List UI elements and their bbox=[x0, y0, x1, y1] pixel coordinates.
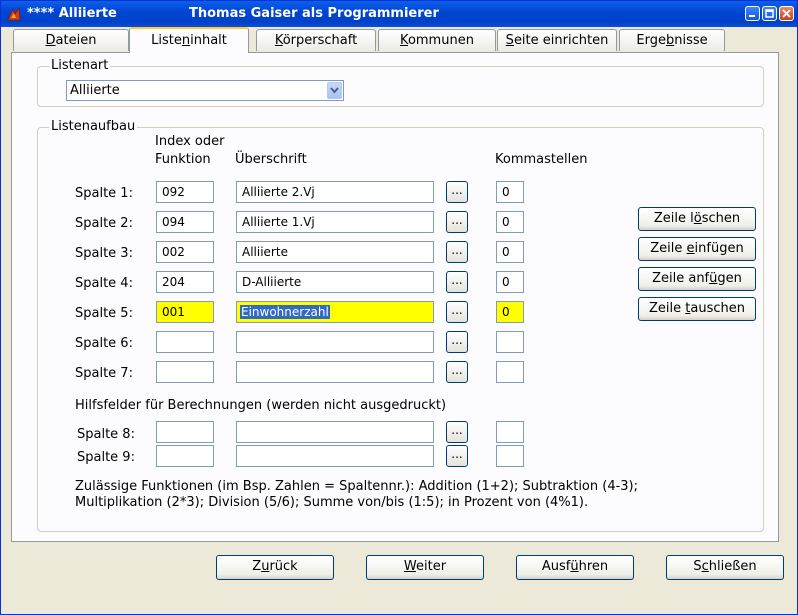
title-field-spalte-3[interactable]: Alliierte bbox=[236, 241, 434, 263]
browse-button-spalte-2[interactable]: ... bbox=[446, 211, 468, 233]
decimals-field-spalte-1[interactable]: 0 bbox=[496, 181, 524, 203]
listenart-selected-value: Alliierte bbox=[70, 83, 120, 98]
selected-text: Einwohnerzahl bbox=[240, 305, 330, 319]
title-field-spalte-5[interactable]: Einwohnerzahl bbox=[236, 301, 434, 323]
title-field-spalte-4[interactable]: D-Alliierte bbox=[236, 271, 434, 293]
chevron-down-icon bbox=[330, 87, 339, 94]
next-button[interactable]: Weiter bbox=[366, 555, 484, 580]
tab-seite-einrichten-label: Seite einrichten bbox=[505, 33, 609, 48]
tab-listeninhalt[interactable]: Listeninhalt bbox=[129, 27, 249, 53]
index-field-spalte-6[interactable] bbox=[156, 331, 214, 353]
tab-dateien[interactable]: Dateien bbox=[13, 29, 129, 51]
run-button[interactable]: Ausführen bbox=[516, 555, 634, 580]
window-title: **** Alliierte bbox=[27, 6, 117, 21]
hilfsfelder-label: Hilfsfelder für Berechnungen (werden nic… bbox=[75, 398, 447, 413]
title-field-spalte-7[interactable] bbox=[236, 361, 434, 383]
back-button[interactable]: Zurück bbox=[216, 555, 334, 580]
title-field-spalte-1[interactable]: Alliierte 2.Vj bbox=[236, 181, 434, 203]
dropdown-button[interactable] bbox=[327, 82, 342, 99]
decimals-field-spalte-7[interactable] bbox=[496, 361, 524, 383]
close-icon bbox=[782, 9, 791, 18]
minimize-icon bbox=[749, 15, 755, 17]
tab-kommunen-label: Kommunen bbox=[400, 33, 474, 48]
tab-dateien-label: ateien bbox=[55, 33, 97, 48]
index-field-spalte-8[interactable] bbox=[156, 421, 214, 443]
index-field-spalte-7[interactable] bbox=[156, 361, 214, 383]
row-label-spalte-8: Spalte 8: bbox=[77, 427, 135, 442]
close-button[interactable]: Schließen bbox=[666, 555, 784, 580]
tab-seite-einrichten[interactable]: Seite einrichten bbox=[497, 29, 617, 51]
row-label-spalte-7: Spalte 7: bbox=[75, 366, 133, 381]
functions-help-line1: Zulässige Funktionen (im Bsp. Zahlen = S… bbox=[75, 479, 639, 494]
swap-row-button[interactable]: Zeile tauschen bbox=[638, 297, 756, 321]
decimals-field-spalte-3[interactable]: 0 bbox=[496, 241, 524, 263]
row-label-spalte-3: Spalte 3: bbox=[75, 246, 133, 261]
tab-kommunen[interactable]: Kommunen bbox=[378, 29, 496, 51]
insert-row-button[interactable]: Zeile einfügen bbox=[638, 237, 756, 261]
title-header: Überschrift bbox=[235, 152, 307, 167]
index-field-spalte-5[interactable]: 001 bbox=[156, 301, 214, 323]
tab-strip: Dateien Listeninhalt Körperschaft Kommun… bbox=[11, 27, 791, 53]
row-label-spalte-6: Spalte 6: bbox=[75, 336, 133, 351]
index-field-spalte-4[interactable]: 204 bbox=[156, 271, 214, 293]
index-field-spalte-2[interactable]: 094 bbox=[156, 211, 214, 233]
append-row-button[interactable]: Zeile anfügen bbox=[638, 267, 756, 291]
browse-button-spalte-1[interactable]: ... bbox=[446, 181, 468, 203]
browse-button-spalte-3[interactable]: ... bbox=[446, 241, 468, 263]
row-label-spalte-5: Spalte 5: bbox=[75, 306, 133, 321]
tab-koerperschaft-label: Körperschaft bbox=[274, 33, 358, 48]
tab-listeninhalt-label: Listeninhalt bbox=[151, 33, 227, 48]
browse-button-spalte-9[interactable]: ... bbox=[446, 445, 468, 467]
tab-ergebnisse[interactable]: Ergebnisse bbox=[619, 29, 725, 51]
title-field-spalte-9[interactable] bbox=[236, 445, 434, 467]
app-icon bbox=[7, 6, 21, 21]
maximize-icon bbox=[765, 9, 774, 18]
tab-koerperschaft[interactable]: Körperschaft bbox=[256, 29, 376, 51]
browse-button-spalte-6[interactable]: ... bbox=[446, 331, 468, 353]
app-window: **** Alliierte Thomas Gaiser als Program… bbox=[0, 0, 798, 615]
row-label-spalte-9: Spalte 9: bbox=[77, 450, 135, 465]
title-field-spalte-8[interactable] bbox=[236, 421, 434, 443]
minimize-button[interactable] bbox=[745, 6, 760, 21]
index-field-spalte-3[interactable]: 002 bbox=[156, 241, 214, 263]
decimals-field-spalte-5[interactable]: 0 bbox=[496, 301, 524, 323]
window-user: Thomas Gaiser als Programmierer bbox=[189, 6, 439, 21]
decimals-field-spalte-9[interactable] bbox=[496, 445, 524, 467]
listenart-select[interactable]: Alliierte bbox=[66, 80, 344, 101]
decimals-field-spalte-2[interactable]: 0 bbox=[496, 211, 524, 233]
title-bar[interactable]: **** Alliierte Thomas Gaiser als Program… bbox=[1, 1, 797, 27]
index-header-line1: Index oder bbox=[155, 134, 225, 149]
decimals-field-spalte-6[interactable] bbox=[496, 331, 524, 353]
browse-button-spalte-5[interactable]: ... bbox=[446, 301, 468, 323]
row-label-spalte-2: Spalte 2: bbox=[75, 216, 133, 231]
browse-button-spalte-7[interactable]: ... bbox=[446, 361, 468, 383]
index-header-line2: Funktion bbox=[155, 152, 211, 167]
functions-help-line2: Multiplikation (2*3); Division (5/6); Su… bbox=[75, 495, 589, 510]
functions-help-text: Zulässige Funktionen (im Bsp. Zahlen = S… bbox=[75, 479, 638, 511]
index-field-spalte-1[interactable]: 092 bbox=[156, 181, 214, 203]
maximize-button[interactable] bbox=[762, 6, 777, 21]
browse-button-spalte-4[interactable]: ... bbox=[446, 271, 468, 293]
row-label-spalte-4: Spalte 4: bbox=[75, 276, 133, 291]
delete-row-button[interactable]: Zeile löschen bbox=[638, 207, 756, 231]
tab-ergebnisse-label: Ergebnisse bbox=[636, 33, 708, 48]
browse-button-spalte-8[interactable]: ... bbox=[446, 421, 468, 443]
index-field-spalte-9[interactable] bbox=[156, 445, 214, 467]
row-label-spalte-1: Spalte 1: bbox=[75, 186, 133, 201]
listenart-legend: Listenart bbox=[49, 58, 111, 73]
decimals-header: Kommastellen bbox=[495, 152, 588, 167]
close-window-button[interactable] bbox=[779, 6, 794, 21]
title-field-spalte-2[interactable]: Alliierte 1.Vj bbox=[236, 211, 434, 233]
decimals-field-spalte-4[interactable]: 0 bbox=[496, 271, 524, 293]
title-field-spalte-6[interactable] bbox=[236, 331, 434, 353]
decimals-field-spalte-8[interactable] bbox=[496, 421, 524, 443]
listenaufbau-legend: Listenaufbau bbox=[49, 119, 138, 134]
